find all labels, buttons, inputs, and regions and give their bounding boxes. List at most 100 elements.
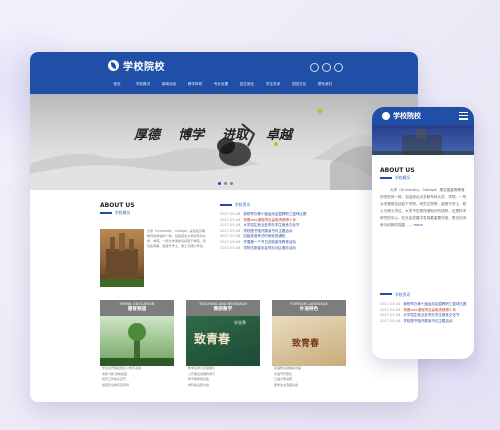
site-logo[interactable]: 学校院校 — [108, 58, 165, 73]
nav-item[interactable]: 教学科研 — [182, 82, 208, 87]
news-title[interactable]: 学校图书馆开展读书月主题活动 — [243, 229, 292, 233]
card-image[interactable] — [100, 316, 174, 366]
news-title[interactable]: 大学招生就业处举办学生宿舍文化节 — [403, 313, 459, 317]
mobile-about-subtitle: 学校概况 — [395, 175, 411, 180]
card-image-tag: 毕业季 — [234, 320, 246, 325]
mobile-news-section: 学校资讯 2017-05-08 我院举办第十届运动会暨教职工篮球比赛 2017-05… — [380, 292, 470, 324]
card-image-caption: 致青春 — [194, 332, 231, 346]
news-date: 2017-05-08 — [220, 239, 241, 244]
card-list-item[interactable]: 留学生交流座谈会 — [274, 383, 346, 389]
qq-icon[interactable] — [334, 63, 343, 72]
news-date: 2017-05-08 — [220, 234, 241, 239]
news-date: 2017-05-08 — [220, 223, 241, 228]
feature-card-foreign-language[interactable]: FOREIGN LANGUAGE 外语特色 致青春 英语角活动精彩纷呈 外语节开… — [272, 300, 346, 388]
feature-card-moral[interactable]: MORAL EDUCATION 德育频道 学生会开展爱国主义教育活动 青春飞扬 … — [100, 300, 174, 388]
card-title-cn: 德育频道 — [127, 307, 147, 312]
news-title[interactable]: 我院举办第十届运动会暨教职工篮球比赛 — [403, 302, 466, 306]
news-title[interactable]: 带着alex课程项目赢取资格等十年 — [243, 218, 296, 222]
card-title-cn: 教研教学 — [213, 307, 233, 312]
news-date: 2017-05-08 — [220, 245, 241, 250]
card-header: MORAL EDUCATION 德育频道 — [100, 300, 174, 316]
card-list: 英语角活动精彩纷呈 外语节开幕式 口语大赛决赛 留学生交流座谈会 — [272, 366, 346, 388]
news-date: 2017-05-08 — [380, 307, 401, 312]
feature-card-teaching[interactable]: TEACHING AND RESEARCH 教研教学 致青春 毕业季 教学名师示… — [186, 300, 260, 388]
mobile-header: 学校院校 — [372, 107, 474, 125]
card-list: 教学名师示范课展示 公开课活动顺利举行 骨干教师培训会 学科建设研讨会 — [186, 366, 260, 388]
carousel-dot[interactable] — [224, 182, 227, 185]
news-list: 2017-05-08 我院举办第十届运动会暨教职工篮球比赛 2017-05-08 带着… — [220, 212, 370, 251]
nav-item[interactable]: 学校概况 — [130, 82, 156, 87]
news-date: 2017-05-08 — [380, 318, 401, 323]
campus-building-image[interactable] — [100, 229, 144, 287]
about-section: ABOUT US 学校概况 — [100, 202, 135, 216]
mobile-news-subtitle: 学校资讯 — [395, 292, 411, 297]
news-title[interactable]: 带着alex课程项目赢取资格等十年 — [403, 308, 456, 312]
card-list-item[interactable]: 学科建设研讨会 — [188, 383, 260, 389]
news-title[interactable]: 开展第一个节日法制宣传教育活动 — [243, 240, 296, 244]
carousel-dot[interactable] — [230, 182, 233, 185]
mobile-banner[interactable] — [372, 125, 474, 155]
nav-item[interactable]: 首页 — [104, 82, 130, 87]
card-image[interactable]: 致青春 — [272, 316, 346, 366]
news-subtitle: 学校资讯 — [235, 202, 251, 207]
news-date: 2017-05-08 — [220, 228, 241, 233]
slogan-word: 进取 — [222, 128, 249, 143]
slogan-word: 博学 — [178, 128, 205, 143]
about-subtitle: 学校概况 — [115, 210, 131, 215]
news-item[interactable]: 2017-05-08 学校图书馆开展读书月主题活动 — [380, 319, 470, 325]
campus-building-drawing — [100, 233, 144, 287]
school-emblem-icon — [382, 112, 390, 120]
news-title[interactable]: 我院举办第十届运动会暨教职工篮球比赛 — [243, 212, 306, 216]
news-date: 2017-05-08 — [220, 217, 241, 222]
news-title[interactable]: 大学招生就业处举办学生宿舍文化节 — [243, 223, 299, 227]
carousel-dot[interactable] — [218, 182, 221, 185]
mobile-logo-text: 学校院校 — [393, 112, 421, 120]
nav-item[interactable]: 联系我们 — [312, 82, 338, 87]
card-title-cn: 外语特色 — [299, 307, 319, 312]
title-underline — [220, 204, 232, 206]
hamburger-menu-icon[interactable] — [459, 112, 468, 122]
mobile-about-title: ABOUT US — [380, 167, 415, 174]
news-title[interactable]: 四级英语考试时间安排通知 — [243, 234, 285, 238]
hero-banner[interactable]: 厚德 博学 进取 卓越 — [30, 94, 418, 190]
desktop-site-mockup: 学校院校 首页 学校概况 新闻动态 教学科研 专业设置 招生就业 学生风采 校园… — [30, 52, 418, 402]
site-logo-text: 学校院校 — [123, 62, 165, 73]
feature-cards: MORAL EDUCATION 德育频道 学生会开展爱国主义教育活动 青春飞扬 … — [100, 300, 346, 388]
weibo-icon[interactable] — [310, 63, 319, 72]
news-date: 2017-05-08 — [220, 212, 241, 216]
mobile-site-mockup: 学校院校 ABOUT US 学校概况 大学（University，College… — [372, 107, 474, 359]
title-underline — [380, 293, 392, 295]
news-title[interactable]: 学院志愿者协会举办社区服务活动 — [243, 246, 296, 250]
card-header: TEACHING AND RESEARCH 教研教学 — [186, 300, 260, 316]
card-illustration — [100, 323, 174, 366]
title-underline — [100, 212, 112, 214]
news-title[interactable]: 学校图书馆开展读书月主题活动 — [403, 319, 452, 323]
card-list-item[interactable]: 校园安全教育宣传周 — [102, 383, 174, 389]
site-header: 学校院校 首页 学校概况 新闻动态 教学科研 专业设置 招生就业 学生风采 校园… — [30, 52, 418, 94]
wechat-icon[interactable] — [322, 63, 331, 72]
mobile-logo[interactable]: 学校院校 — [382, 111, 421, 121]
card-image-caption: 致青春 — [292, 339, 320, 349]
nav-item[interactable]: 专业设置 — [208, 82, 234, 87]
nav-item[interactable]: 学生风采 — [260, 82, 286, 87]
slogan-word: 卓越 — [266, 128, 293, 143]
nav-item[interactable]: 校园文化 — [286, 82, 312, 87]
news-item[interactable]: 2017-05-08 学院志愿者协会举办社区服务活动 — [220, 246, 370, 252]
nav-item[interactable]: 招生就业 — [234, 82, 260, 87]
mobile-about-body: 大学（University，College）是实施高等教育的学校的一种，包括综合… — [380, 188, 467, 227]
news-date: 2017-05-08 — [380, 302, 401, 306]
card-image[interactable]: 致青春 毕业季 — [186, 316, 260, 366]
carousel-dots — [218, 182, 233, 185]
about-title: ABOUT US — [100, 202, 135, 209]
slogan-word: 厚德 — [134, 128, 161, 143]
more-link[interactable]: more — [414, 223, 423, 227]
slogan: 厚德 博学 进取 卓越 — [134, 124, 292, 143]
card-header: FOREIGN LANGUAGE 外语特色 — [272, 300, 346, 316]
card-list: 学生会开展爱国主义教育活动 青春飞扬 激情校园 德育工作会议召开 校园安全教育宣… — [100, 366, 174, 388]
nav-item[interactable]: 新闻动态 — [156, 82, 182, 87]
about-text: 大学（University，College）是实施高等教育的学校的一种，包括综合… — [147, 229, 206, 248]
main-nav: 首页 学校概况 新闻动态 教学科研 专业设置 招生就业 学生风采 校园文化 联系… — [104, 82, 338, 87]
news-date: 2017-05-08 — [380, 313, 401, 318]
mobile-about-text: 大学（University，College）是实施高等教育的学校的一种，包括综合… — [380, 187, 468, 229]
mobile-about-header: ABOUT US 学校概况 — [380, 167, 415, 181]
